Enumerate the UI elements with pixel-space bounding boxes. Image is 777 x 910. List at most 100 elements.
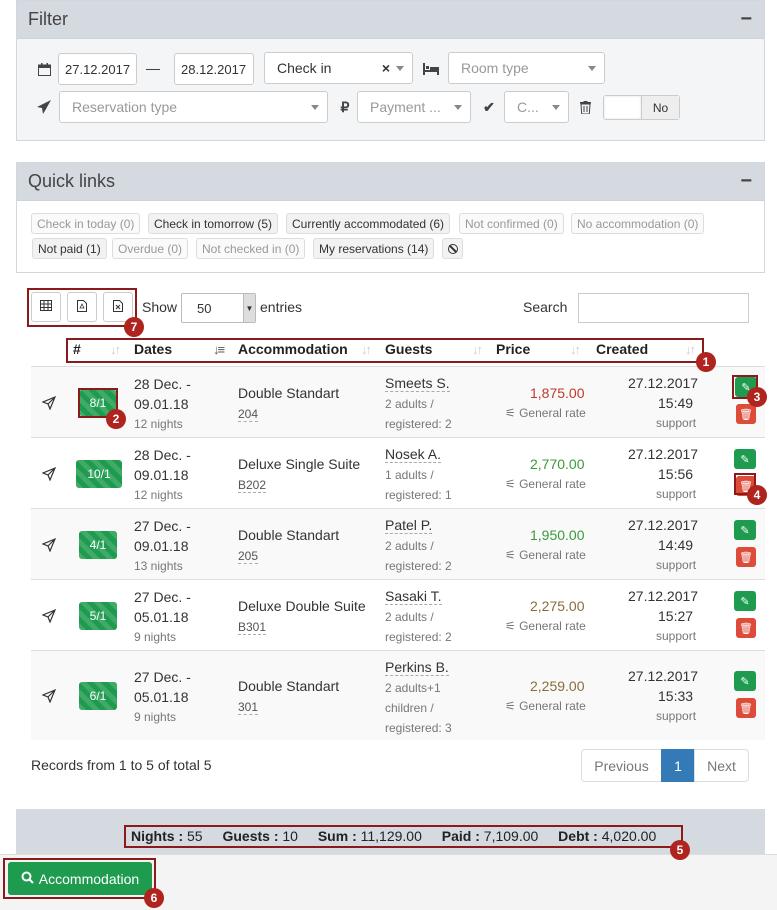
filter-header[interactable]: Filter −: [17, 1, 764, 39]
nights-count: 13 nights: [134, 559, 183, 573]
price-value: 2,259.00: [530, 678, 585, 694]
previous-page-button[interactable]: Previous: [581, 749, 662, 782]
pdf-file-icon: [77, 299, 87, 315]
date-to-input[interactable]: 28.12.2017: [174, 53, 254, 85]
room-type-select[interactable]: Room type: [448, 52, 605, 84]
room-name: Double Standart: [238, 678, 340, 694]
guest-count: 2 adults /: [385, 610, 434, 624]
guest-name[interactable]: Smeets S.: [385, 375, 450, 392]
quick-link-currently-accommodated[interactable]: Currently accommodated (6): [286, 213, 451, 234]
confirmation-select[interactable]: C...: [504, 91, 569, 123]
nights-count: 12 nights: [134, 417, 183, 431]
debt-label: Debt :: [558, 828, 598, 844]
show-label: Show: [142, 299, 178, 315]
room-name: Double Standart: [238, 385, 340, 401]
reservation-type-select[interactable]: Reservation type: [59, 91, 328, 123]
guest-name[interactable]: Sasaki T.: [385, 588, 442, 605]
reservation-type-placeholder: Reservation type: [72, 99, 178, 115]
quick-link-not-checked-in[interactable]: Not checked in (0): [196, 238, 306, 259]
room-number[interactable]: 204: [238, 407, 259, 422]
quick-link-not-confirmed[interactable]: Not confirmed (0): [459, 213, 564, 234]
room-number[interactable]: B202: [238, 478, 267, 493]
edit-button[interactable]: ✎: [734, 591, 756, 611]
column-header-price[interactable]: Price: [496, 341, 530, 357]
table-row: 8/1 28 Dec. - 09.01.18 12 nights Double …: [31, 366, 765, 437]
rate-name: ⚟ General rate: [505, 406, 586, 420]
quick-link-my-reservations[interactable]: My reservations (14): [313, 238, 435, 259]
created-by: support: [656, 709, 697, 723]
column-header-accommodation[interactable]: Accommodation: [238, 341, 348, 357]
guest-name[interactable]: Nosek A.: [385, 446, 442, 463]
created-time: 15:27: [658, 608, 694, 624]
sort-icon[interactable]: ↓↑: [472, 342, 483, 357]
quick-links-header[interactable]: Quick links −: [17, 163, 764, 201]
guest-name[interactable]: Perkins B.: [385, 659, 449, 676]
clear-icon[interactable]: ×: [382, 60, 390, 76]
room-number[interactable]: 301: [238, 700, 259, 715]
toggle-handle: [604, 96, 642, 119]
reservation-badge[interactable]: 5/1: [79, 602, 117, 630]
delete-button[interactable]: 🗑: [736, 547, 756, 567]
delete-button[interactable]: 🗑: [736, 404, 756, 424]
sliders-icon: ⚟: [505, 619, 520, 633]
collapse-icon[interactable]: −: [740, 170, 752, 193]
column-header-guests[interactable]: Guests: [385, 341, 432, 357]
date-range-start: 28 Dec. -: [134, 376, 191, 392]
paid-label: Paid :: [441, 828, 480, 844]
search-input[interactable]: [578, 293, 749, 323]
room-name: Deluxe Double Suite: [238, 598, 366, 614]
quick-link-check-in-today[interactable]: Check in today (0): [31, 213, 141, 234]
sort-desc-icon[interactable]: ↓≡: [213, 342, 225, 357]
quick-link-not-paid[interactable]: Not paid (1): [32, 238, 107, 259]
chevron-down-icon: [588, 66, 596, 71]
chevron-down-icon: [552, 105, 560, 110]
delete-button[interactable]: 🗑: [736, 618, 756, 638]
table-row: 6/1 27 Dec. - 05.01.18 9 nights Double S…: [31, 650, 765, 740]
summary-totals: Nights : 55 Guests : 10 Sum : 11,129.00 …: [131, 828, 656, 844]
collapse-icon[interactable]: −: [740, 8, 752, 31]
chevron-down-icon: [454, 105, 462, 110]
rate-name: ⚟ General rate: [505, 699, 586, 713]
quick-link-check-in-tomorrow[interactable]: Check in tomorrow (5): [148, 213, 279, 234]
sort-icon[interactable]: ↓↑: [570, 342, 581, 357]
entries-label: entries: [260, 299, 303, 315]
quick-link-no-accommodation[interactable]: No accommodation (0): [571, 213, 705, 234]
entries-select[interactable]: 50 ▼: [181, 293, 256, 323]
guest-name[interactable]: Patel P.: [385, 517, 433, 534]
reservation-badge[interactable]: 6/1: [79, 682, 117, 710]
edit-button[interactable]: ✎: [734, 449, 756, 469]
date-from-input[interactable]: 27.12.2017: [58, 53, 137, 85]
room-number[interactable]: B301: [238, 620, 267, 635]
marker-4: 4: [747, 485, 767, 505]
quick-link-overdue[interactable]: Overdue (0): [112, 238, 189, 259]
nights-label: Nights :: [131, 828, 184, 844]
delete-button[interactable]: 🗑: [736, 698, 756, 718]
check-type-select[interactable]: Check in ×: [264, 52, 413, 84]
edit-button[interactable]: ✎: [734, 520, 756, 540]
accommodation-button[interactable]: Accommodation: [8, 862, 152, 895]
export-pdf-button[interactable]: [67, 292, 97, 322]
ruble-icon: ₽: [340, 98, 350, 115]
payment-select[interactable]: Payment ...: [357, 91, 471, 123]
column-header-dates[interactable]: Dates: [134, 341, 172, 357]
reservation-badge[interactable]: 4/1: [79, 531, 117, 559]
marker-6: 6: [144, 888, 164, 908]
page-1-button[interactable]: 1: [661, 749, 695, 782]
created-date: 27.12.2017: [628, 588, 699, 604]
sort-icon[interactable]: ↓↑: [361, 342, 372, 357]
room-number[interactable]: 205: [238, 549, 259, 564]
sort-icon[interactable]: ↓↑: [110, 342, 121, 357]
sliders-icon: ⚟: [505, 477, 520, 491]
quick-link-reset[interactable]: [442, 238, 463, 259]
date-range-end: 09.01.18: [134, 538, 189, 554]
sort-icon[interactable]: ↓↑: [685, 342, 696, 357]
date-range-end: 09.01.18: [134, 467, 189, 483]
column-header-number[interactable]: #: [73, 341, 81, 357]
guest-count: 2 adults+1: [385, 681, 441, 695]
reservation-badge[interactable]: 10/1: [76, 460, 122, 488]
column-header-created[interactable]: Created: [596, 341, 648, 357]
edit-button[interactable]: ✎: [734, 671, 756, 691]
next-page-button[interactable]: Next: [694, 749, 749, 782]
deleted-toggle[interactable]: No: [603, 95, 680, 120]
export-table-button[interactable]: [31, 292, 61, 322]
